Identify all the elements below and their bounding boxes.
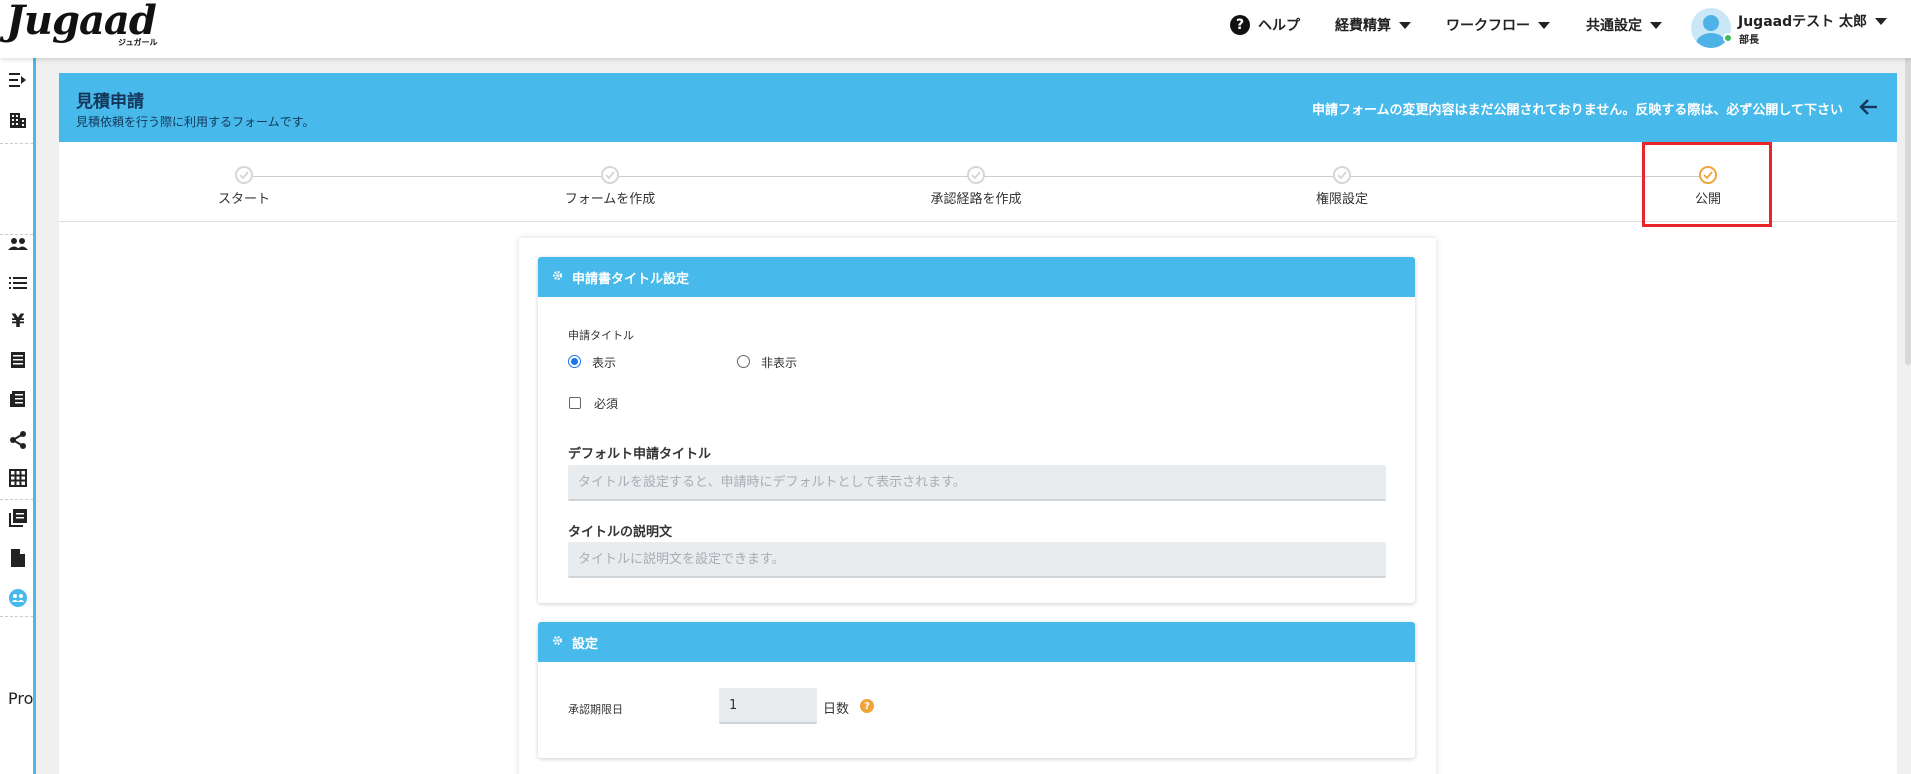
building-icon[interactable] — [8, 110, 28, 130]
help-icon: ? — [1230, 15, 1250, 35]
description-label: タイトルの説明文 — [568, 525, 673, 540]
chevron-down-icon — [1399, 21, 1411, 29]
users-icon[interactable] — [8, 234, 28, 254]
receipt-icon[interactable] — [8, 350, 28, 370]
card-title: 設定 — [572, 636, 599, 652]
gear-icon — [552, 635, 563, 650]
sidebar-footer-text: Pro — [8, 689, 34, 708]
step-start[interactable]: スタート — [164, 166, 324, 207]
expense-menu[interactable]: 経費精算 — [1335, 0, 1411, 50]
radio-hide[interactable] — [737, 355, 750, 368]
radio-show[interactable] — [568, 355, 581, 368]
sidebar-divider — [0, 143, 33, 144]
expense-label: 経費精算 — [1335, 18, 1391, 34]
default-title-input[interactable] — [568, 465, 1386, 501]
deadline-label: 承認期限日 — [568, 703, 623, 716]
step-label: 権限設定 — [1315, 192, 1368, 207]
share-icon[interactable] — [8, 430, 28, 450]
file-icon[interactable] — [8, 548, 28, 568]
check-icon — [1333, 166, 1351, 184]
highlight-box — [1642, 142, 1772, 227]
grid-icon[interactable] — [8, 468, 28, 488]
card-header: 申請書タイトル設定 — [538, 257, 1415, 297]
sidebar-divider — [0, 499, 33, 500]
avatar-head — [1703, 15, 1719, 31]
yen-icon[interactable]: ¥ — [8, 310, 28, 332]
check-icon — [967, 166, 985, 184]
step-label: スタート — [217, 192, 270, 207]
step-label: フォームを作成 — [564, 192, 656, 207]
check-icon — [235, 166, 253, 184]
library-icon[interactable] — [8, 508, 28, 528]
step-approval-route[interactable]: 承認経路を作成 — [896, 166, 1056, 207]
logo-text: Jugaad — [6, 0, 157, 44]
logo[interactable]: Jugaad ジュガール — [6, 0, 157, 48]
radio-hide-label[interactable]: 非表示 — [761, 354, 797, 371]
chevron-down-icon — [1538, 21, 1550, 29]
step-label: 承認経路を作成 — [930, 192, 1022, 207]
avatar-body — [1696, 33, 1726, 48]
chevron-down-icon — [1875, 17, 1887, 25]
sidebar-divider — [0, 616, 33, 617]
online-status-icon — [1723, 33, 1733, 43]
required-checkbox[interactable] — [569, 397, 581, 409]
unpublished-notice: 申請フォームの変更内容はまだ公開されておりません。反映する際は、必ず公開して下さ… — [1311, 103, 1843, 118]
description-input[interactable] — [568, 542, 1386, 578]
required-label[interactable]: 必須 — [594, 395, 618, 412]
radio-show-label[interactable]: 表示 — [592, 354, 616, 371]
help-menu[interactable]: ? ヘルプ — [1230, 0, 1300, 50]
step-permissions[interactable]: 権限設定 — [1262, 166, 1422, 207]
deadline-input[interactable] — [719, 688, 817, 724]
top-bar: Jugaad ジュガール ? ヘルプ 経費精算 ワークフロー 共通設定 Juga… — [0, 0, 1911, 58]
common-settings-menu[interactable]: 共通設定 — [1586, 0, 1662, 50]
logo-subtitle: ジュガール — [118, 38, 158, 47]
card-title: 申請書タイトル設定 — [572, 271, 690, 287]
form-panel: 申請書タイトル設定 申請タイトル 表示 非表示 必須 デフォルト申請タイトル タ… — [519, 238, 1436, 774]
chevron-down-icon — [1650, 21, 1662, 29]
progress-steps: スタート フォームを作成 承認経路を作成 権限設定 公開 — [59, 142, 1897, 222]
user-menu[interactable]: Jugaadテスト 太郎 — [1738, 11, 1887, 31]
workflow-menu[interactable]: ワークフロー — [1446, 0, 1550, 50]
title-settings-card: 申請書タイトル設定 申請タイトル 表示 非表示 必須 デフォルト申請タイトル タ… — [538, 257, 1415, 603]
user-role: 部長 — [1739, 35, 1759, 46]
menu-toggle-icon[interactable] — [8, 70, 28, 90]
sidebar: ¥ Pro — [0, 58, 36, 774]
workflow-label: ワークフロー — [1446, 18, 1530, 34]
team-icon[interactable] — [8, 588, 28, 608]
card-header: 設定 — [538, 622, 1415, 662]
settings-card: 設定 承認期限日 日数 ? — [538, 622, 1415, 758]
step-create-form[interactable]: フォームを作成 — [530, 166, 690, 207]
help-tooltip-icon[interactable]: ? — [860, 699, 874, 713]
page-subtitle: 見積依頼を行う際に利用するフォームです。 — [76, 115, 315, 129]
check-icon — [601, 166, 619, 184]
help-label: ヘルプ — [1258, 18, 1300, 34]
deadline-unit: 日数 — [823, 702, 850, 717]
gear-icon — [552, 270, 563, 285]
list-icon[interactable] — [8, 273, 28, 293]
page-title: 見積申請 — [76, 92, 144, 112]
back-arrow-icon[interactable] — [1857, 95, 1881, 119]
title-label: 申請タイトル — [568, 329, 634, 342]
common-settings-label: 共通設定 — [1586, 18, 1642, 34]
document-list-icon[interactable] — [8, 389, 28, 409]
page-header: 見積申請 見積依頼を行う際に利用するフォームです。 申請フォームの変更内容はまだ… — [59, 73, 1897, 142]
user-name: Jugaadテスト 太郎 — [1738, 14, 1867, 30]
default-title-label: デフォルト申請タイトル — [568, 447, 712, 462]
